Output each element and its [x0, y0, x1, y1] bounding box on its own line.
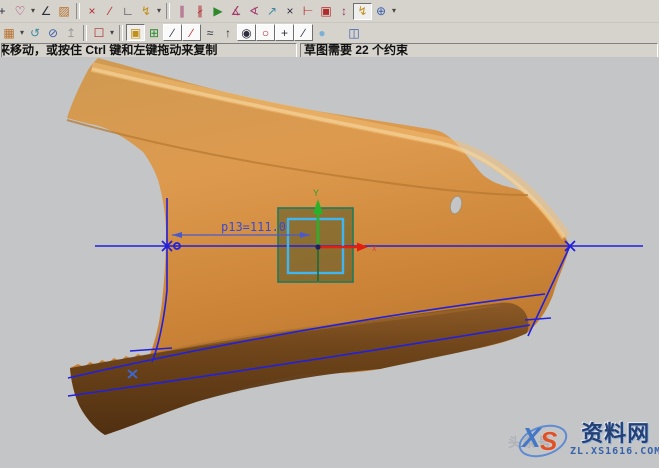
studio-spline-icon[interactable]: ♡: [11, 3, 29, 19]
chevron-down-icon[interactable]: ▾: [18, 25, 26, 41]
redo-disabled-icon: ↥: [62, 25, 80, 41]
toolbar-separator: [76, 3, 80, 19]
line-icon[interactable]: ∕: [163, 24, 182, 41]
chevron-down-icon[interactable]: ▾: [108, 25, 116, 41]
axis-x-label: x: [372, 243, 377, 253]
fit-curve-icon[interactable]: ↑: [219, 25, 237, 41]
auto-constrain-icon[interactable]: ∡: [227, 3, 245, 19]
watermark-site-name: 资料网: [581, 423, 650, 445]
toolbar-sketch-tools: + ♡ ▾ ∠ ▨ × ∕ ∟ ↯ ▾ ∥ ∦ ▶ ∡ ∢ ↗ × ⊢ ▣ ↕ …: [0, 0, 659, 23]
toolbar-separator: [166, 3, 170, 19]
toolbar-sketch-curve: ▦ ▾ ↺ ⊘ ↥ ☐ ▾ ▣ ⊞ ∕ ∕ ≈ ↑ ◉ ○ + ∕ ● ◫: [0, 23, 659, 42]
prompt-message-cell: 来移动，或按住 Ctrl 键和左键拖动来复制: [1, 43, 297, 58]
axis-y-label: Y: [313, 188, 319, 198]
selection-rectangle-icon[interactable]: ☐: [90, 25, 108, 41]
cube-view-icon[interactable]: ◫: [345, 25, 363, 41]
point-icon[interactable]: +: [0, 3, 11, 19]
offset-curve-icon[interactable]: ▨: [55, 3, 73, 19]
quick-extend-icon[interactable]: ∕: [101, 3, 119, 19]
watermark-logo: X S: [516, 418, 568, 462]
undo-icon[interactable]: ↺: [26, 25, 44, 41]
no-selection-filter-icon[interactable]: ⊘: [44, 25, 62, 41]
watermark: 头条号 X S 资料网 ZL.XS1616.COM: [516, 416, 656, 464]
display-constraints-icon[interactable]: ▶: [209, 3, 227, 19]
origin-point: [315, 244, 320, 249]
include-existing-curves-icon[interactable]: ⊞: [145, 25, 163, 41]
spline-icon[interactable]: ≈: [201, 25, 219, 41]
animate-dimension-icon[interactable]: ↕: [335, 3, 353, 19]
profile-icon[interactable]: ▣: [126, 24, 145, 41]
watermark-logo-x: X: [522, 422, 541, 454]
chevron-down-icon[interactable]: ▾: [155, 3, 163, 19]
dimension-text: p13=111.0: [221, 220, 286, 234]
chevron-down-icon[interactable]: ▾: [29, 3, 37, 19]
circle-icon[interactable]: ◉: [237, 24, 256, 41]
alternate-solution-icon[interactable]: ×: [281, 3, 299, 19]
trim-line-icon[interactable]: ∕: [294, 24, 313, 41]
make-corner-icon[interactable]: ∟: [119, 3, 137, 19]
watermark-logo-s: S: [540, 426, 557, 457]
point-tool-icon[interactable]: +: [275, 24, 294, 41]
toolbar-separator: [119, 25, 123, 41]
geometric-constraints-icon[interactable]: ∥: [173, 3, 191, 19]
sketch-scene: p13=111.0 Y x: [0, 57, 659, 468]
derived-line-icon[interactable]: ∕: [182, 24, 201, 41]
sketch-display-icon[interactable]: ▦: [0, 25, 18, 41]
convert-reference-icon[interactable]: ↗: [263, 3, 281, 19]
show-constraints-icon[interactable]: ▣: [317, 3, 335, 19]
make-symmetric-icon[interactable]: ∦: [191, 3, 209, 19]
fillet-icon[interactable]: ↯: [137, 3, 155, 19]
sphere-view-icon[interactable]: ●: [313, 25, 331, 41]
relations-icon[interactable]: ⊕: [372, 3, 390, 19]
chevron-down-icon[interactable]: ▾: [390, 3, 398, 19]
toolbar-separator: [83, 25, 87, 41]
quick-trim-icon[interactable]: ×: [83, 3, 101, 19]
watermark-site-url: ZL.XS1616.COM: [570, 446, 659, 457]
graphics-viewport[interactable]: p13=111.0 Y x 头条号 X S 资料网 ZL.XS1616.COM: [0, 57, 659, 468]
prompt-message: 来移动，或按住 Ctrl 键和左键拖动来复制: [1, 44, 217, 57]
arc-icon[interactable]: ○: [256, 24, 275, 41]
constraint-status: 草图需要 22 个约束: [304, 44, 408, 57]
infer-constraints-icon[interactable]: ⊢: [299, 3, 317, 19]
constraint-status-cell: 草图需要 22 个约束: [300, 43, 658, 58]
auto-dimension-icon[interactable]: ∢: [245, 3, 263, 19]
continuous-auto-dimension-icon[interactable]: ↯: [353, 3, 372, 20]
intersection-point-icon[interactable]: ∠: [37, 3, 55, 19]
watermark-text: 资料网 ZL.XS1616.COM: [570, 423, 659, 457]
